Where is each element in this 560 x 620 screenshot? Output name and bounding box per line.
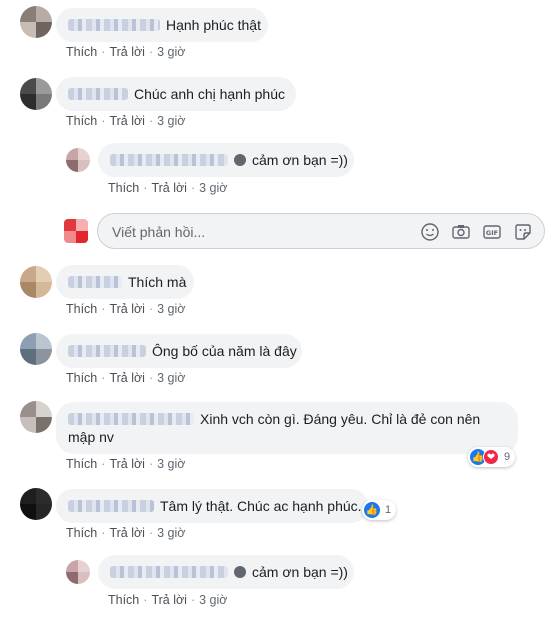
reply-composer[interactable]: GIF [97, 213, 545, 249]
reply-bubble: cảm ơn bạn =)) [98, 143, 354, 177]
comment-text: Thích mà [128, 274, 187, 290]
love-reaction-icon: ❤ [483, 449, 499, 465]
comment-bubble: Hạnh phúc thật [56, 8, 268, 42]
reply-link[interactable]: Trả lời [109, 526, 145, 540]
avatar[interactable] [20, 266, 52, 298]
avatar[interactable] [20, 333, 52, 365]
like-link[interactable]: Thích [108, 181, 139, 195]
comment-bubble: Chúc anh chị hạnh phúc [56, 77, 296, 111]
reply-link[interactable]: Trả lời [109, 457, 145, 471]
like-link[interactable]: Thích [66, 302, 97, 316]
verified-badge-icon [234, 566, 246, 578]
timestamp[interactable]: 3 giờ [199, 181, 227, 195]
reply-link[interactable]: Trả lời [109, 302, 145, 316]
timestamp[interactable]: 3 giờ [157, 302, 185, 316]
commenter-name[interactable] [110, 566, 228, 578]
comment-text: Ông bố của năm là đây [152, 343, 297, 359]
reaction-summary[interactable]: 👍 1 [362, 500, 397, 520]
avatar[interactable] [20, 6, 52, 38]
timestamp[interactable]: 3 giờ [157, 457, 185, 471]
reply-text: cảm ơn bạn =)) [252, 564, 348, 580]
comment-bubble: Ông bố của năm là đây [56, 334, 302, 368]
timestamp[interactable]: 3 giờ [157, 526, 185, 540]
comment-text: Hạnh phúc thật [166, 17, 261, 33]
commenter-name[interactable] [110, 154, 228, 166]
reaction-count: 1 [385, 504, 392, 516]
reply-link[interactable]: Trả lời [109, 114, 145, 128]
comment-bubble: Thích mà [56, 265, 194, 299]
commenter-name[interactable] [68, 88, 128, 100]
timestamp[interactable]: 3 giờ [157, 371, 185, 385]
like-link[interactable]: Thích [108, 593, 139, 607]
commenter-name[interactable] [68, 500, 154, 512]
commenter-name[interactable] [68, 413, 194, 425]
svg-text:GIF: GIF [486, 229, 498, 237]
like-link[interactable]: Thích [66, 45, 97, 59]
gif-icon[interactable]: GIF [482, 222, 502, 242]
reply-bubble: cảm ơn bạn =)) [98, 555, 354, 589]
comment-bubble: Tâm lý thật. Chúc ac hạnh phúc. [56, 489, 368, 523]
comment-actions: Thích · Trả lời · 3 giờ [66, 526, 186, 540]
comment-text: Tâm lý thật. Chúc ac hạnh phúc. [160, 498, 362, 514]
timestamp[interactable]: 3 giờ [157, 45, 185, 59]
commenter-name[interactable] [68, 276, 122, 288]
reply-actions: Thích · Trả lời · 3 giờ [108, 593, 228, 607]
commenter-name[interactable] [68, 345, 146, 357]
like-link[interactable]: Thích [66, 371, 97, 385]
reply-input[interactable] [110, 222, 414, 242]
emoji-icon[interactable] [420, 222, 440, 242]
comment-actions: Thích · Trả lời · 3 giờ [66, 114, 186, 128]
commenter-name[interactable] [68, 19, 160, 31]
avatar[interactable] [66, 148, 90, 172]
avatar[interactable] [20, 488, 52, 520]
comment-actions: Thích · Trả lời · 3 giờ [66, 371, 186, 385]
avatar[interactable] [20, 78, 52, 110]
reply-link[interactable]: Trả lời [109, 371, 145, 385]
comment-actions: Thích · Trả lời · 3 giờ [66, 457, 186, 471]
comment-bubble: Xinh vch còn gì. Đáng yêu. Chỉ là đẻ con… [56, 402, 518, 454]
like-link[interactable]: Thích [66, 457, 97, 471]
sticker-icon[interactable] [513, 222, 533, 242]
comment-actions: Thích · Trả lời · 3 giờ [66, 45, 186, 59]
reply-text: cảm ơn bạn =)) [252, 152, 348, 168]
comment-actions: Thích · Trả lời · 3 giờ [66, 302, 186, 316]
reply-link[interactable]: Trả lời [151, 181, 187, 195]
camera-icon[interactable] [451, 222, 471, 242]
current-user-avatar [64, 219, 88, 243]
reply-link[interactable]: Trả lời [151, 593, 187, 607]
like-reaction-icon: 👍 [364, 502, 380, 518]
reply-actions: Thích · Trả lời · 3 giờ [108, 181, 228, 195]
reply-link[interactable]: Trả lời [109, 45, 145, 59]
avatar[interactable] [66, 560, 90, 584]
verified-badge-icon [234, 154, 246, 166]
reaction-summary[interactable]: 👍 ❤ 9 [468, 447, 516, 467]
avatar[interactable] [20, 401, 52, 433]
like-link[interactable]: Thích [66, 526, 97, 540]
reaction-count: 9 [504, 451, 511, 463]
timestamp[interactable]: 3 giờ [199, 593, 227, 607]
like-link[interactable]: Thích [66, 114, 97, 128]
comment-text: Chúc anh chị hạnh phúc [134, 86, 285, 102]
timestamp[interactable]: 3 giờ [157, 114, 185, 128]
